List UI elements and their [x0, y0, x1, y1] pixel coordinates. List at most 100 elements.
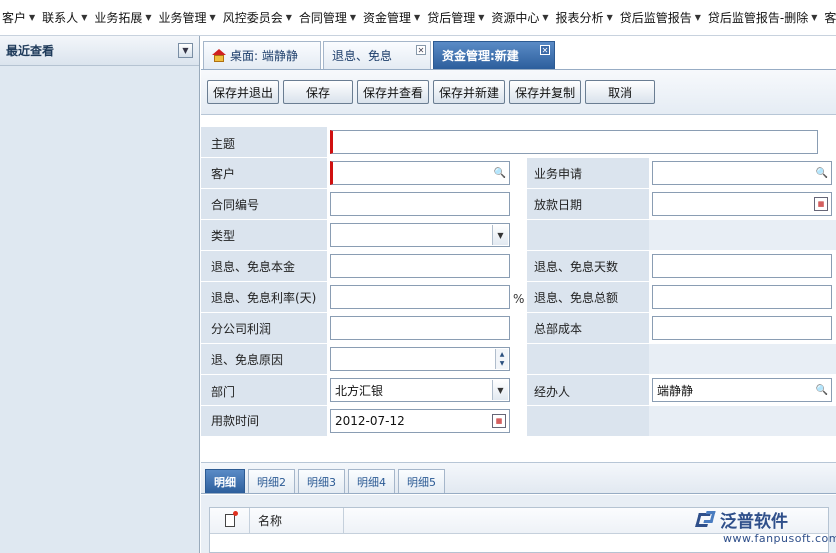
chevron-down-icon: ▼: [285, 13, 292, 22]
chevron-down-icon: ▼: [542, 13, 549, 22]
subject-input[interactable]: [330, 130, 818, 154]
menu-business-expansion[interactable]: 业务拓展 ▼: [92, 9, 156, 26]
chevron-down-icon: ▼: [478, 13, 485, 22]
form-row-customer: 客户 🔍 业务申请 🔍: [201, 158, 836, 189]
type-label: 类型: [211, 229, 236, 243]
save-copy-button[interactable]: 保存并复制: [509, 80, 582, 104]
tab-refund-interest[interactable]: 退息、免息 ✕: [323, 41, 431, 69]
calendar-icon[interactable]: ▦: [814, 197, 828, 211]
total-input[interactable]: [652, 285, 832, 309]
menu-post-loan[interactable]: 贷后管理 ▼: [425, 9, 489, 26]
handler-label: 经办人: [534, 385, 571, 399]
calendar-icon[interactable]: ▦: [492, 414, 506, 428]
save-new-button[interactable]: 保存并新建: [433, 80, 506, 104]
scroll-arrows-icon[interactable]: ▲ ▼: [495, 349, 508, 369]
menu-post-loan-report-delete[interactable]: 贷后监管报告-删除 ▼: [706, 9, 823, 26]
chevron-down-icon: ▼: [349, 13, 357, 22]
form-row-reason: 退、免息原因 ▲ ▼: [201, 344, 836, 375]
loan-date-input[interactable]: ▦: [652, 192, 832, 216]
percent-unit: %: [513, 292, 525, 306]
contract-no-label: 合同编号: [211, 198, 260, 212]
use-time-input[interactable]: 2012-07-12 ▦: [330, 409, 510, 433]
panel-collapse-icon[interactable]: ▼: [178, 43, 193, 58]
biz-apply-label: 业务申请: [534, 167, 583, 181]
top-menu-bar: 客户 ▼ 联系人 ▼ 业务拓展 ▼ 业务管理 ▼ 风控委员会 ▼ 合同管理 ▼ 资金管理 ▼ …: [0, 0, 836, 36]
chevron-down-icon[interactable]: ▼: [492, 380, 508, 400]
detail-tab-4[interactable]: 明细4: [348, 469, 395, 493]
dept-label: 部门: [211, 385, 236, 399]
chevron-down-icon: ▼: [29, 13, 36, 22]
recent-panel-header: 最近查看 ▼: [0, 36, 199, 66]
menu-contract-management[interactable]: 合同管理 ▼: [297, 9, 361, 26]
form-row-profit: 分公司利润 总部成本: [201, 313, 836, 344]
fund-form: 主题 客户 🔍 业务申请 🔍 合同编号 放款日期 ▦ 类型 ▼ 退息、免息本金 …: [201, 127, 836, 437]
chevron-down-icon: ▼: [209, 13, 216, 22]
grid-col-name[interactable]: 名称: [250, 507, 344, 534]
search-icon[interactable]: 🔍: [492, 163, 508, 183]
detail-area: 名称 泛普软件 www.fanpusoft.com: [201, 495, 836, 553]
recent-panel: 最近查看 ▼: [0, 36, 200, 553]
search-icon[interactable]: 🔍: [814, 380, 830, 400]
tab-fund-new[interactable]: 资金管理:新建 ✕: [433, 41, 555, 69]
hq-cost-input[interactable]: [652, 316, 832, 340]
watermark-brand: 泛普软件: [720, 512, 788, 532]
dept-select[interactable]: 北方汇银 ▼: [330, 378, 510, 402]
days-input[interactable]: [652, 254, 832, 278]
menu-report-analysis[interactable]: 报表分析 ▼: [554, 9, 618, 26]
tab-bar: 桌面: 端静静 退息、免息 ✕ 资金管理:新建 ✕: [201, 36, 836, 70]
menu-contacts[interactable]: 联系人 ▼: [40, 9, 92, 26]
chevron-down-icon: ▼: [81, 13, 88, 22]
form-row-dept: 部门 北方汇银 ▼ 经办人 端静静 🔍: [201, 375, 836, 406]
chevron-down-icon: ▼: [606, 13, 613, 22]
menu-risk-committee[interactable]: 风控委员会 ▼: [221, 9, 297, 26]
chevron-down-icon[interactable]: ▼: [492, 225, 508, 245]
principal-label: 退息、免息本金: [211, 260, 296, 274]
biz-apply-input[interactable]: 🔍: [652, 161, 832, 185]
fanpu-logo-icon: [695, 510, 717, 529]
cancel-button[interactable]: 取消: [585, 80, 656, 104]
close-icon[interactable]: ✕: [540, 45, 550, 55]
detail-tab-3[interactable]: 明细3: [298, 469, 345, 493]
type-select[interactable]: ▼: [330, 223, 510, 247]
handler-input[interactable]: 端静静 🔍: [652, 378, 832, 402]
principal-input[interactable]: [330, 254, 510, 278]
reason-label: 退、免息原因: [211, 353, 284, 367]
subject-label: 主题: [211, 137, 236, 151]
branch-profit-input[interactable]: [330, 316, 510, 340]
menu-customer-security[interactable]: 客户安: [822, 9, 836, 26]
search-icon[interactable]: 🔍: [814, 163, 830, 183]
menu-customer[interactable]: 客户 ▼: [0, 9, 40, 26]
detail-tab-1[interactable]: 明细: [205, 469, 245, 493]
rate-input[interactable]: [330, 285, 510, 309]
reason-textarea[interactable]: ▲ ▼: [330, 347, 510, 371]
menu-fund-management[interactable]: 资金管理 ▼: [361, 9, 425, 26]
customer-input[interactable]: 🔍: [330, 161, 510, 185]
form-toolbar: 保存并退出 保存 保存并查看 保存并新建 保存并复制 取消: [201, 70, 836, 115]
form-row-type: 类型 ▼: [201, 220, 836, 251]
detail-tab-2[interactable]: 明细2: [248, 469, 295, 493]
form-row-subject: 主题: [201, 127, 836, 158]
detail-tabs: 明细 明细2 明细3 明细4 明细5: [201, 462, 836, 494]
hq-cost-label: 总部成本: [534, 322, 583, 336]
grid-add-column[interactable]: [210, 507, 250, 534]
menu-resource-center[interactable]: 资源中心 ▼: [489, 9, 553, 26]
menu-business-management[interactable]: 业务管理 ▼: [157, 9, 221, 26]
form-row-principal: 退息、免息本金 退息、免息天数: [201, 251, 836, 282]
watermark: 泛普软件 www.fanpusoft.com: [695, 507, 836, 551]
menu-post-loan-report[interactable]: 贷后监管报告 ▼: [618, 9, 706, 26]
recent-panel-title: 最近查看: [6, 44, 55, 58]
close-icon[interactable]: ✕: [416, 45, 426, 55]
save-button[interactable]: 保存: [283, 80, 354, 104]
chevron-down-icon: ▼: [414, 13, 421, 22]
contract-no-input[interactable]: [330, 192, 510, 216]
detail-tab-5[interactable]: 明细5: [398, 469, 445, 493]
chevron-down-icon: ▼: [694, 13, 701, 22]
form-row-use-time: 用款时间 2012-07-12 ▦: [201, 406, 836, 437]
form-row-rate: 退息、免息利率(天) % 退息、免息总额: [201, 282, 836, 313]
rate-label: 退息、免息利率(天): [211, 291, 317, 305]
save-view-button[interactable]: 保存并查看: [357, 80, 430, 104]
save-exit-button[interactable]: 保存并退出: [207, 80, 280, 104]
customer-label: 客户: [211, 167, 236, 181]
new-document-icon[interactable]: [224, 511, 238, 527]
tab-desktop[interactable]: 桌面: 端静静: [203, 41, 321, 69]
